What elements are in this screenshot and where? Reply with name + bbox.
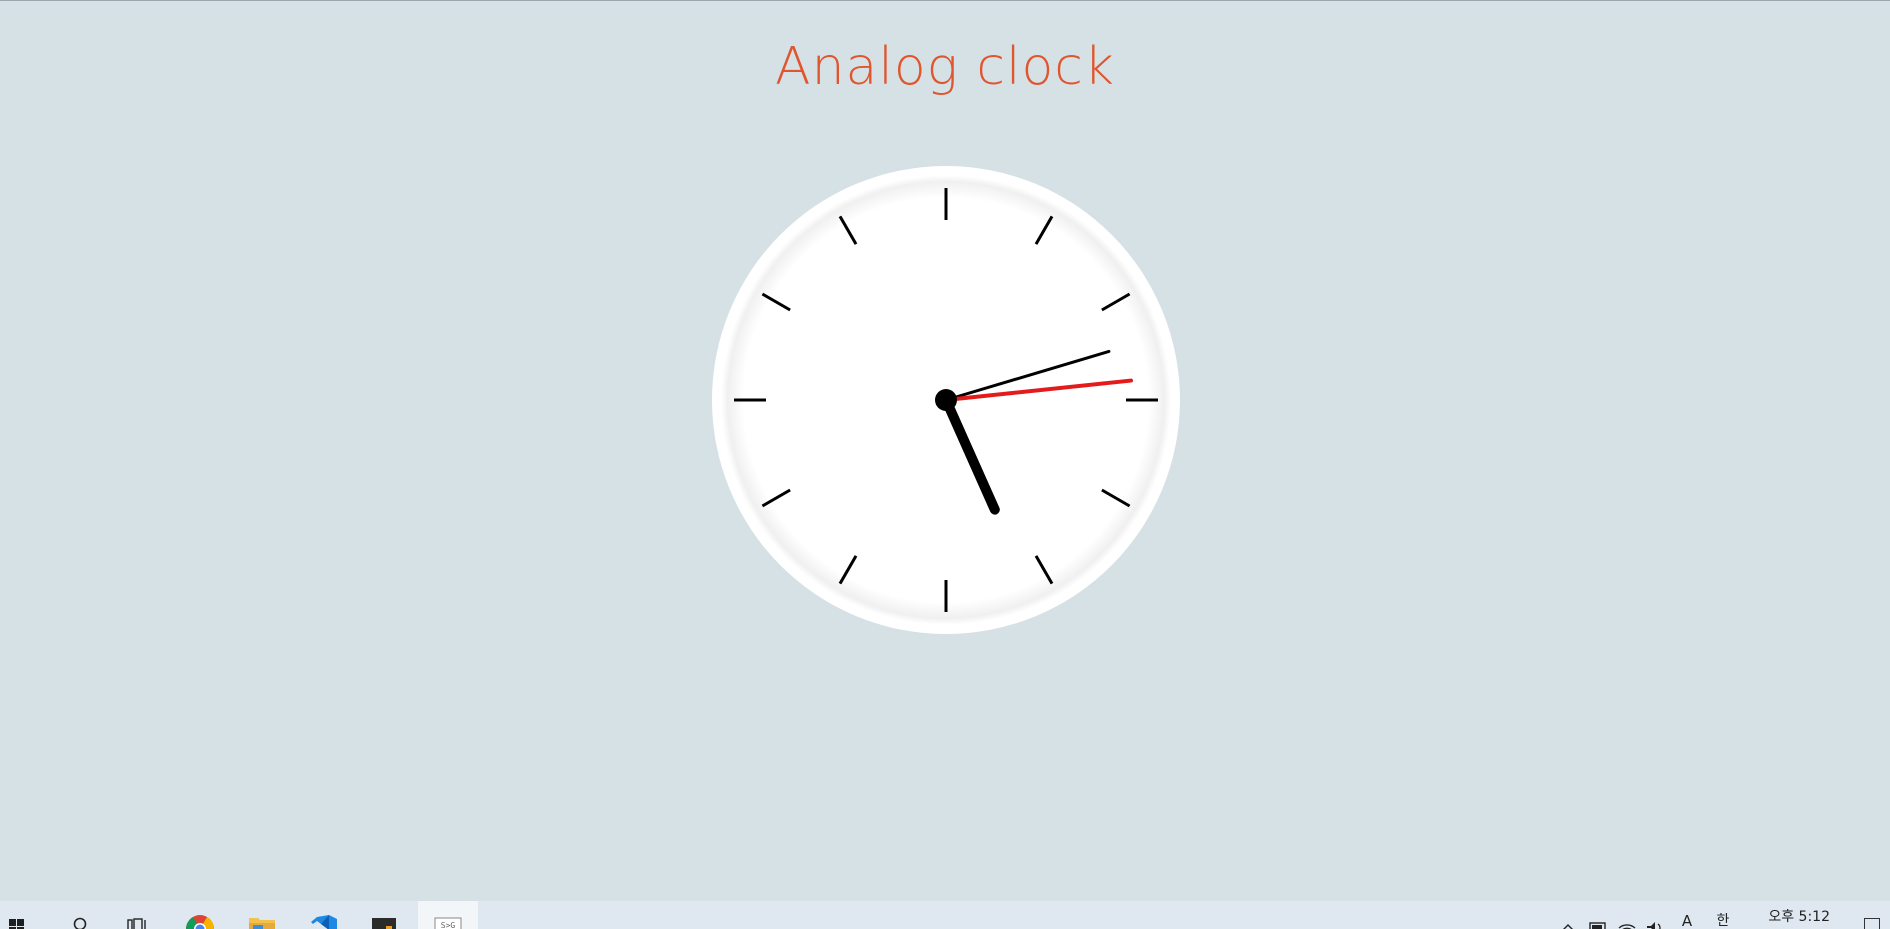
vscode-button[interactable] [302,901,346,929]
taskbar: S>G A 한 오후 5:12 [0,901,1890,929]
battery-icon [1589,922,1606,929]
chrome-icon [186,915,214,929]
terminal-button[interactable] [362,901,406,929]
tray-overflow-button[interactable] [1556,901,1580,929]
windows-icon [9,919,24,929]
page-title: Analog clock [775,37,1115,97]
volume-control[interactable] [1642,901,1668,929]
terminal-icon [372,918,396,929]
chevron-up-icon [1563,924,1573,929]
ime-mode-icon[interactable]: A [1676,901,1698,929]
taskbar-clock[interactable]: 오후 5:12 [1768,906,1830,926]
clock-svg [712,166,1180,634]
search-icon [73,917,87,929]
center-pin [935,389,957,411]
app-window: Analog clock S>G A 한 오후 5:12 [0,0,1890,929]
svg-icon: S>G [434,917,462,929]
svg-text:S>G: S>G [441,921,456,929]
notification-icon[interactable] [1864,918,1880,929]
chrome-button[interactable] [178,901,222,929]
file-explorer-button[interactable] [240,901,284,929]
task-view-icon [127,918,146,929]
svg-viewer-button[interactable]: S>G [418,901,478,929]
network-status[interactable] [1614,901,1640,929]
wifi-icon [1618,924,1636,929]
vscode-icon [311,915,337,929]
task-view-button[interactable] [118,901,158,929]
analog-clock [712,166,1180,634]
battery-status[interactable] [1584,901,1612,929]
search-button[interactable] [60,901,100,929]
folder-icon [249,918,275,929]
volume-icon [1647,922,1661,929]
ime-lang-icon[interactable]: 한 [1712,901,1734,929]
start-button[interactable] [0,901,32,929]
